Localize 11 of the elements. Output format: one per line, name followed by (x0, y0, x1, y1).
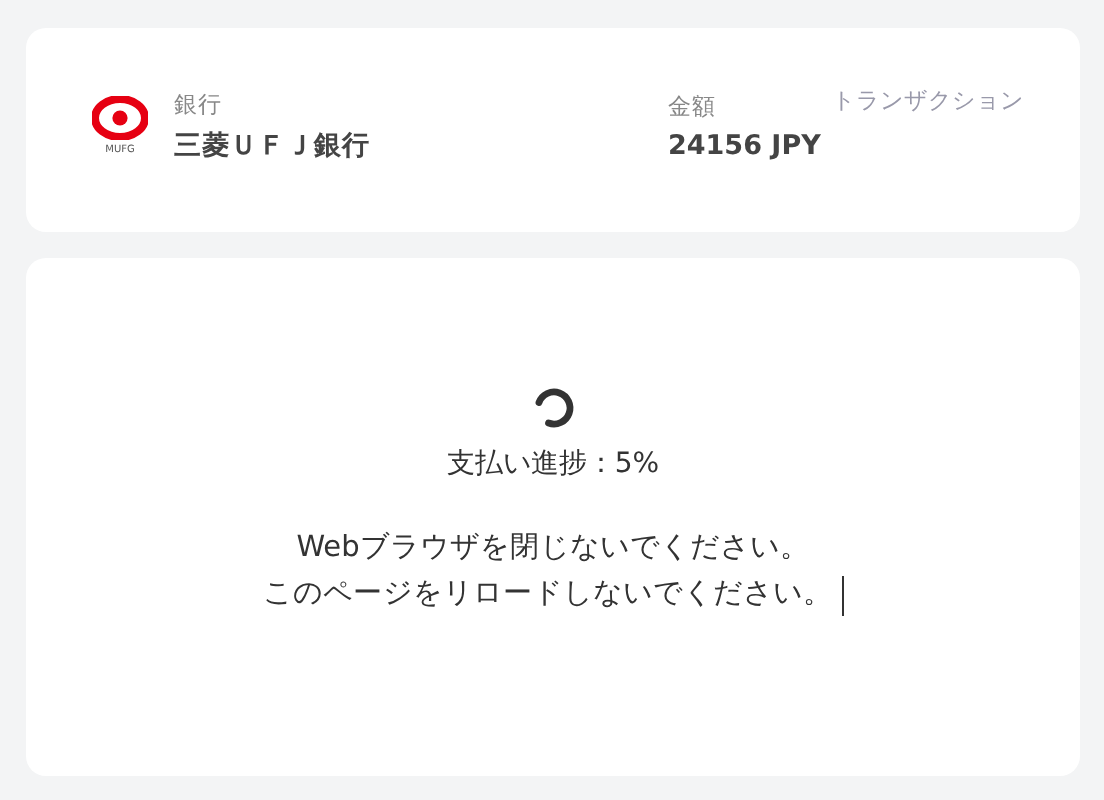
progress-text: 支払い進捗：5% (446, 446, 660, 482)
loading-spinner-icon (531, 386, 575, 430)
text-cursor (841, 575, 843, 615)
warning-message: このページをリロードしないでください。 (263, 576, 833, 614)
amount-label: 金額 (668, 91, 718, 121)
transaction-label: トランザクション (832, 86, 1024, 116)
bank-name: 三菱ＵＦＪ銀行 (174, 127, 372, 163)
amount-value: 24156 JPY (668, 129, 823, 161)
logo-icon (92, 96, 148, 140)
warning-message: Webブラウザを閉じないでください。 (296, 530, 810, 568)
bank-label: 銀行 (174, 89, 224, 119)
